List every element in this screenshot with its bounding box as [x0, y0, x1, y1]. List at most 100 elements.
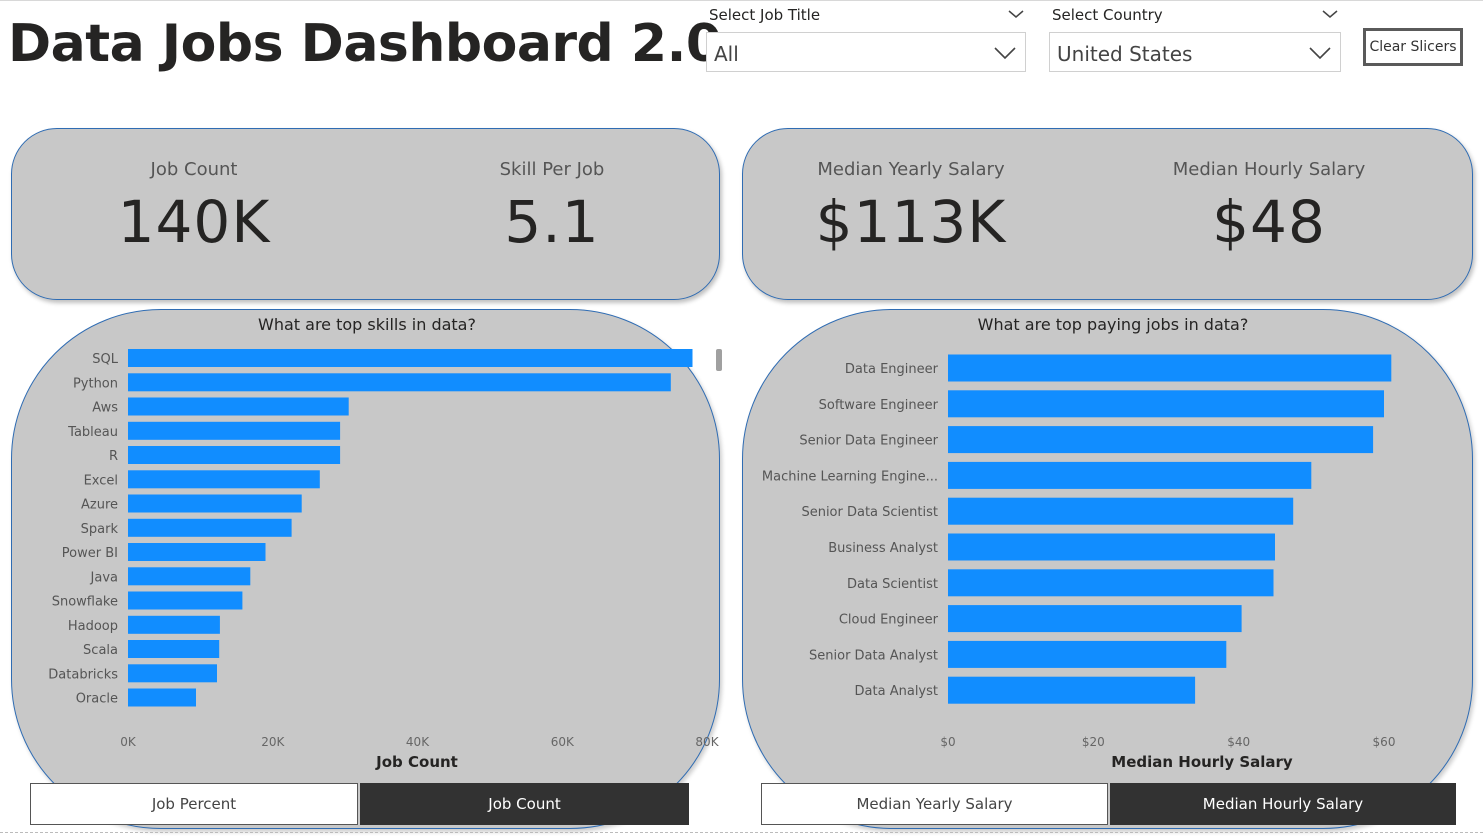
job-title-selected-value: All: [714, 42, 739, 66]
category-label: Snowflake: [52, 595, 118, 610]
top-paying-card: What are top paying jobs in data? Data En…: [742, 309, 1473, 829]
page-title: Data Jobs Dashboard 2.0: [8, 14, 722, 74]
country-dropdown[interactable]: United States: [1049, 32, 1341, 72]
bar: [948, 605, 1242, 633]
kpi-value: $113K: [815, 188, 1007, 256]
category-label: Data Engineer: [845, 362, 939, 377]
category-label: Java: [90, 570, 118, 585]
category-label: Oracle: [76, 692, 118, 707]
bar: [948, 461, 1312, 489]
tick-label: $40: [1227, 735, 1250, 749]
x-axis-label: Median Hourly Salary: [1111, 753, 1293, 771]
bar: [128, 397, 349, 416]
category-label: R: [109, 449, 118, 464]
chevron-down-icon[interactable]: [1320, 6, 1340, 22]
job-title-dropdown[interactable]: All: [706, 32, 1026, 72]
bar: [128, 373, 671, 392]
chart-title: What are top skills in data?: [258, 315, 476, 334]
bar: [948, 426, 1374, 454]
chevron-down-icon[interactable]: [1006, 6, 1026, 22]
chart-title: What are top paying jobs in data?: [978, 315, 1249, 334]
bar: [128, 543, 266, 561]
kpi-job-count: Job Count 140K: [44, 129, 344, 256]
x-axis-label: Job Count: [375, 753, 458, 771]
category-label: Power BI: [62, 546, 118, 561]
bar: [128, 446, 341, 464]
kpi-value: 140K: [117, 188, 271, 256]
kpi-label: Median Hourly Salary: [1172, 159, 1366, 180]
category-label: Excel: [84, 473, 118, 488]
median-hourly-salary-button[interactable]: Median Hourly Salary: [1110, 783, 1456, 825]
bar: [948, 390, 1384, 418]
bar: [128, 664, 217, 683]
category-label: Databricks: [48, 667, 118, 682]
bar: [948, 354, 1392, 382]
category-label: Spark: [81, 522, 119, 537]
kpi-card-salary: Median Yearly Salary $113K Median Hourly…: [742, 128, 1473, 300]
tick-label: $60: [1373, 735, 1396, 749]
kpi-value: 5.1: [504, 188, 600, 256]
bar: [128, 349, 693, 367]
top-border: [0, 0, 1483, 1]
median-yearly-salary-button[interactable]: Median Yearly Salary: [761, 783, 1108, 825]
category-label: Senior Data Engineer: [799, 434, 938, 449]
tick-label: 60K: [551, 735, 575, 749]
tick-label: $20: [1082, 735, 1105, 749]
category-label: Python: [73, 376, 118, 391]
bar: [948, 676, 1196, 704]
category-label: Tableau: [67, 425, 118, 440]
kpi-label: Median Yearly Salary: [817, 159, 1005, 180]
job-count-button[interactable]: Job Count: [360, 783, 689, 825]
category-label: Senior Data Analyst: [809, 648, 938, 663]
bar: [128, 591, 243, 610]
country-slicer-label: Select Country: [1052, 6, 1163, 24]
bar: [128, 615, 220, 634]
bar: [948, 533, 1275, 561]
tick-label: 80K: [695, 735, 719, 749]
bar: [128, 688, 196, 707]
tick-label: 0K: [120, 735, 137, 749]
bottom-border: [0, 832, 1483, 833]
bar: [128, 640, 220, 658]
category-label: Senior Data Scientist: [801, 505, 938, 520]
bar: [948, 640, 1227, 668]
bar: [128, 518, 292, 537]
category-label: Cloud Engineer: [839, 613, 939, 628]
tick-label: 40K: [406, 735, 430, 749]
kpi-skill-per-job: Skill Per Job 5.1: [402, 129, 702, 256]
kpi-label: Skill Per Job: [499, 159, 605, 180]
job-percent-button[interactable]: Job Percent: [30, 783, 358, 825]
chevron-down-icon: [994, 47, 1016, 60]
tick-label: $0: [940, 735, 955, 749]
kpi-median-yearly: Median Yearly Salary $113K: [761, 129, 1061, 256]
job-title-slicer-label: Select Job Title: [709, 6, 821, 24]
kpi-median-hourly: Median Hourly Salary $48: [1119, 129, 1419, 256]
top-skills-card: What are top skills in data? SQL Python Aws…: [11, 309, 720, 829]
top-paying-chart: What are top paying jobs in data? Data En…: [762, 315, 1396, 771]
chevron-down-icon: [1309, 47, 1331, 60]
category-label: Software Engineer: [819, 398, 939, 413]
category-label: Business Analyst: [828, 541, 938, 556]
bar: [128, 567, 251, 586]
category-label: Data Scientist: [847, 577, 938, 592]
bar: [128, 421, 341, 440]
chart-scrollbar[interactable]: [716, 349, 722, 371]
country-selected-value: United States: [1057, 42, 1193, 66]
bar: [128, 494, 302, 513]
category-label: Machine Learning Engine...: [762, 469, 938, 484]
kpi-card-jobs: Job Count 140K Skill Per Job 5.1: [11, 128, 720, 300]
top-skills-chart: What are top skills in data? SQL Python Aws…: [48, 315, 719, 771]
clear-slicers-button[interactable]: Clear Slicers: [1363, 28, 1463, 66]
bar: [948, 569, 1274, 597]
category-label: Scala: [83, 643, 118, 658]
kpi-label: Job Count: [150, 159, 238, 180]
category-label: SQL: [92, 352, 118, 367]
bar: [948, 497, 1294, 525]
tick-label: 20K: [261, 735, 285, 749]
category-label: Hadoop: [68, 619, 118, 634]
category-label: Azure: [81, 498, 118, 513]
bar: [128, 470, 320, 489]
category-label: Data Analyst: [855, 684, 938, 699]
category-label: Aws: [92, 401, 118, 416]
kpi-value: $48: [1212, 188, 1326, 256]
